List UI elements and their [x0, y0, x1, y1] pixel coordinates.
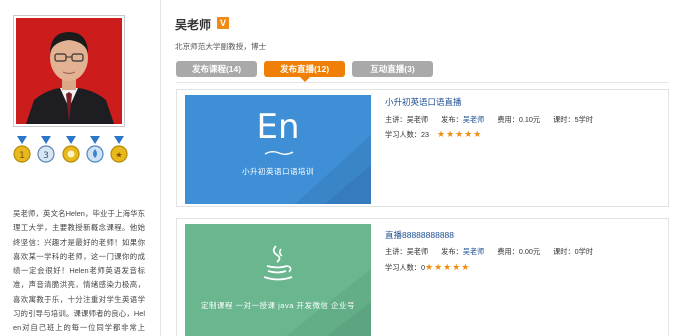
avatar-frame [13, 15, 125, 127]
avatar [16, 18, 122, 124]
achievement-medals: 1 3 ★ [13, 136, 128, 168]
column-divider [160, 0, 161, 336]
tilde-icon [263, 149, 295, 155]
rating-stars-icon: ★★★★★ [437, 129, 483, 139]
publisher-link[interactable]: 吴老师 [463, 115, 485, 124]
publisher-link[interactable]: 吴老师 [463, 247, 485, 256]
course-meta: 主讲：吴老师 发布：吴老师 费用：0.00元 课时：0学时 [385, 247, 594, 256]
tab-published-live[interactable]: 发布直播(12) [264, 61, 345, 77]
verified-badge-icon: V [217, 17, 229, 29]
course-card: 定制课程 一对一授课 java 开发微信 企业号 直播88888888888 主… [176, 218, 669, 336]
teacher-name: 吴老师 [175, 18, 212, 32]
course-thumbnail[interactable]: 定制课程 一对一授课 java 开发微信 企业号 [185, 224, 371, 336]
thumbnail-caption: 小升初英语口语培训 [242, 167, 314, 176]
course-card: En 小升初英语口语培训 小升初英语口语直播 主讲：吴老师 发布：吴老师 费用：… [176, 89, 669, 207]
tab-interactive-live[interactable]: 互动直播(3) [352, 61, 433, 77]
medal-gear-icon [61, 136, 80, 166]
tab-published-courses[interactable]: 发布课程(14) [176, 61, 257, 77]
svg-text:3: 3 [43, 151, 49, 161]
english-logo-icon: En [256, 107, 300, 147]
medal-3-icon: 3 [37, 136, 55, 166]
course-title-link[interactable]: 直播88888888888 [385, 229, 454, 241]
teacher-bio: 吴老师，英文名Helen，毕业于上海华东理工大学，主要教授新概念课程。他始终坚信… [13, 209, 145, 333]
medal-1-icon: 1 [13, 136, 31, 166]
learner-count: 学习人数：23 [385, 130, 429, 139]
thumbnail-caption: 定制课程 一对一授课 java 开发微信 企业号 [200, 301, 356, 310]
course-meta: 主讲：吴老师 发布：吴老师 费用：0.10元 课时：5学时 [385, 115, 594, 124]
course-title-link[interactable]: 小升初英语口语直播 [385, 96, 462, 108]
tab-underline [176, 82, 669, 83]
course-thumbnail[interactable]: En 小升初英语口语培训 [185, 95, 371, 204]
learner-count: 学习人数：0 [385, 263, 425, 272]
java-cup-icon [261, 244, 295, 284]
teacher-title: 北京师范大学副教授，博士 [175, 42, 267, 51]
teacher-profile-sidebar: 1 3 ★ 吴老师，英文名Helen，毕业于上海华东理工大学，主要教授新概念课程… [0, 0, 160, 336]
svg-text:★: ★ [115, 151, 122, 160]
medal-star-icon: ★ [110, 136, 128, 166]
svg-text:1: 1 [19, 151, 25, 161]
rating-stars-icon: ★★★★★ [425, 262, 471, 272]
medal-drop-icon [86, 136, 104, 166]
